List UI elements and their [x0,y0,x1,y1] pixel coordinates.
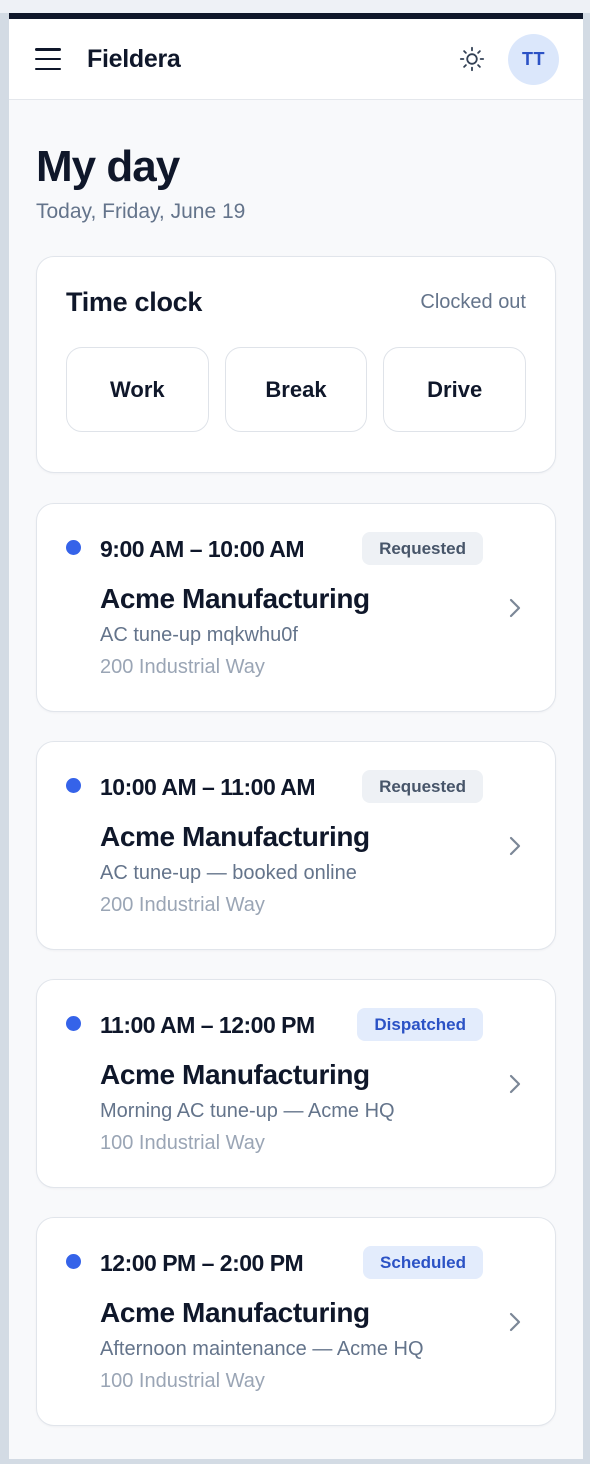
job-card[interactable]: 10:00 AM – 11:00 AM Requested Acme Manuf… [36,741,556,950]
page-title: My day [36,142,180,191]
job-address: 100 Industrial Way [100,1132,265,1154]
job-card[interactable]: 12:00 PM – 2:00 PM Scheduled Acme Manufa… [36,1217,556,1426]
time-clock-card: Time clock Clocked out Work Break Drive [36,256,556,473]
header-actions: TT [458,33,559,85]
sun-icon[interactable] [458,45,486,73]
main-content: My day Today, Friday, June 19 Time clock… [9,142,583,1426]
time-clock-header: Time clock Clocked out [66,287,526,318]
job-address: 200 Industrial Way [100,656,265,678]
app-frame: Fieldera TT My day Today, Friday, June 1… [9,13,583,1459]
hamburger-menu-icon[interactable] [35,48,61,70]
chevron-right-icon [507,597,523,619]
chevron-right-icon [507,1073,523,1095]
brand-name: Fieldera [87,44,181,73]
status-badge: Requested [362,770,483,803]
job-customer: Acme Manufacturing [100,821,370,852]
job-time: 12:00 PM – 2:00 PM [100,1249,304,1276]
status-badge: Scheduled [363,1246,483,1279]
job-time: 10:00 AM – 11:00 AM [100,773,316,800]
chevron-right-icon [507,835,523,857]
job-card[interactable]: 11:00 AM – 12:00 PM Dispatched Acme Manu… [36,979,556,1188]
job-time: 11:00 AM – 12:00 PM [100,1011,315,1038]
work-button[interactable]: Work [66,347,209,432]
status-dot [66,778,81,793]
break-button[interactable]: Break [224,347,368,432]
drive-button[interactable]: Drive [383,347,527,432]
time-clock-title: Time clock [66,287,203,317]
job-card[interactable]: 9:00 AM – 10:00 AM Requested Acme Manufa… [36,503,556,712]
status-badge: Requested [362,532,483,565]
status-badge: Dispatched [357,1008,483,1041]
job-customer: Acme Manufacturing [100,583,370,614]
clock-status: Clocked out [420,291,526,313]
job-description: AC tune-up mqkwhu0f [100,624,298,646]
page-date: Today, Friday, June 19 [36,200,246,223]
job-address: 200 Industrial Way [100,894,265,916]
job-address: 100 Industrial Way [100,1370,265,1392]
job-time: 9:00 AM – 10:00 AM [100,535,305,562]
job-customer: Acme Manufacturing [100,1059,370,1090]
job-list: 9:00 AM – 10:00 AM Requested Acme Manufa… [36,503,556,1426]
status-dot [66,540,81,555]
job-description: Afternoon maintenance — Acme HQ [100,1338,424,1360]
status-dot [66,1254,81,1269]
user-avatar[interactable]: TT [508,33,559,85]
job-description: AC tune-up — booked online [100,862,357,884]
chevron-right-icon [507,1311,523,1333]
app-header: Fieldera TT [9,19,583,100]
status-dot [66,1016,81,1031]
job-customer: Acme Manufacturing [100,1297,370,1328]
browser-top-strip [0,0,590,13]
job-description: Morning AC tune-up — Acme HQ [100,1100,395,1122]
time-clock-buttons: Work Break Drive [66,347,527,432]
